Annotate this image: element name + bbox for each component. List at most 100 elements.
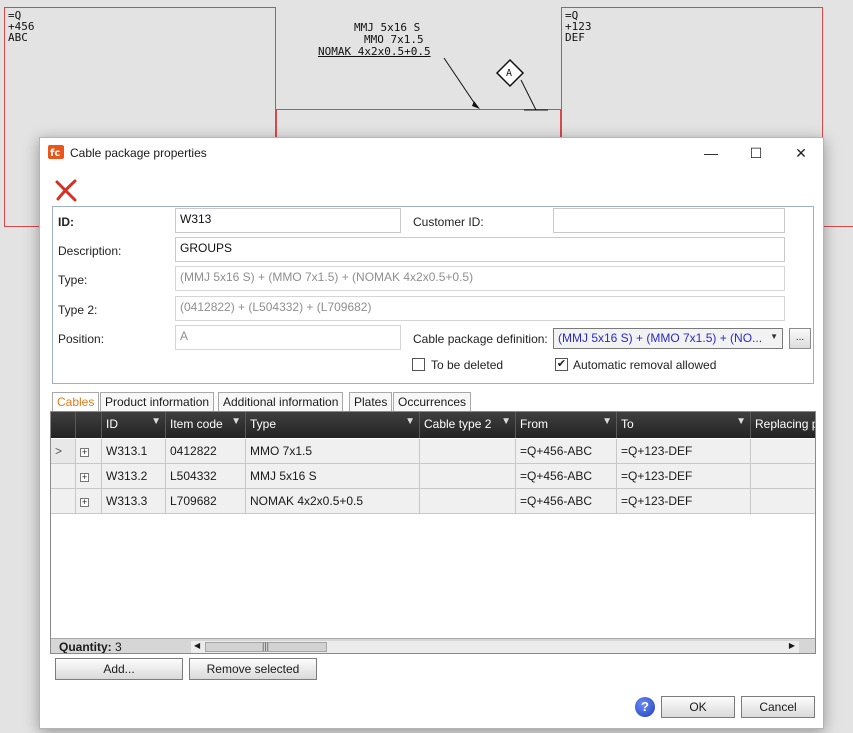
app-logo-icon: fc xyxy=(48,145,64,159)
id-label: ID: xyxy=(58,215,74,229)
scroll-right-icon[interactable]: ▶ xyxy=(789,641,795,650)
tab-occurrences[interactable]: Occurrences xyxy=(393,392,472,411)
expand-header xyxy=(76,412,102,438)
table-row[interactable]: > + W313.1 0412822 MMO 7x1.5 =Q+456-ABC … xyxy=(51,439,815,464)
cable-package-definition-label: Cable package definition: xyxy=(413,332,548,346)
cable-package-definition-select[interactable]: (MMJ 5x16 S) + (MMO 7x1.5) + (NO... ▼ xyxy=(553,328,783,349)
properties-panel: ID: W313 Customer ID: Description: GROUP… xyxy=(52,206,814,384)
horizontal-scrollbar[interactable]: ◀ ||| ▶ xyxy=(191,641,799,653)
expand-cell[interactable]: + xyxy=(76,464,102,489)
column-header-from[interactable]: From ▼ xyxy=(516,412,617,438)
tab-additional-information[interactable]: Additional information xyxy=(218,392,344,411)
cell-from[interactable]: =Q+456-ABC xyxy=(516,489,617,514)
cell-id[interactable]: W313.3 xyxy=(102,489,166,514)
to-be-deleted-checkbox[interactable] xyxy=(412,358,425,371)
cad-position-marker: A xyxy=(506,68,513,79)
filter-icon[interactable]: ▼ xyxy=(602,416,612,427)
dropdown-arrow-icon: ▼ xyxy=(770,332,778,341)
automatic-removal-label: Automatic removal allowed xyxy=(573,358,717,372)
cad-leader-lines xyxy=(443,57,548,111)
tab-cables[interactable]: Cables xyxy=(52,392,100,412)
cell-replacing[interactable] xyxy=(751,489,815,514)
column-header-to[interactable]: To ▼ xyxy=(617,412,751,438)
cell-item-code[interactable]: L504332 xyxy=(166,464,246,489)
ok-button[interactable]: OK xyxy=(661,696,735,718)
position-field[interactable]: A xyxy=(175,325,401,350)
filter-icon[interactable]: ▼ xyxy=(736,416,746,427)
cell-replacing[interactable] xyxy=(751,464,815,489)
cell-cable-type-2[interactable] xyxy=(420,489,516,514)
column-header-type[interactable]: Type ▼ xyxy=(246,412,420,438)
column-header-item-code[interactable]: Item code ▼ xyxy=(166,412,246,438)
filter-icon[interactable]: ▼ xyxy=(151,416,161,427)
type-label: Type: xyxy=(58,273,88,287)
column-header-replacing[interactable]: Replacing p xyxy=(751,412,815,438)
add-button[interactable]: Add... xyxy=(55,658,183,680)
column-header-cable-type-2[interactable]: Cable type 2 ▼ xyxy=(420,412,516,438)
dialog-title: Cable package properties xyxy=(70,146,207,160)
filter-icon[interactable]: ▼ xyxy=(405,416,415,427)
expand-icon[interactable]: + xyxy=(80,498,89,507)
type2-label: Type 2: xyxy=(58,303,98,317)
row-indicator[interactable]: > xyxy=(51,439,76,464)
filter-icon[interactable]: ▼ xyxy=(231,416,241,427)
delete-x-icon[interactable] xyxy=(54,178,78,202)
minimize-button[interactable]: — xyxy=(688,138,734,168)
cancel-button[interactable]: Cancel xyxy=(741,696,815,718)
cell-id[interactable]: W313.1 xyxy=(102,439,166,464)
cell-cable-type-2[interactable] xyxy=(420,464,516,489)
tab-plates[interactable]: Plates xyxy=(349,392,393,411)
cad-right-tail-line xyxy=(823,226,853,227)
scrollbar-thumb[interactable]: ||| xyxy=(205,641,327,652)
cell-type[interactable]: NOMAK 4x2x0.5+0.5 xyxy=(246,489,420,514)
cell-type[interactable]: MMO 7x1.5 xyxy=(246,439,420,464)
table-row[interactable]: + W313.3 L709682 NOMAK 4x2x0.5+0.5 =Q+45… xyxy=(51,489,815,514)
dialog-titlebar[interactable]: fc Cable package properties — ☐ ✕ xyxy=(40,138,823,168)
grid-footer: Quantity: 3 ◀ ||| ▶ xyxy=(51,638,815,653)
grid-header: ID ▼ Item code ▼ Type ▼ Cable type 2 ▼ From ▼… xyxy=(51,412,815,438)
cell-from[interactable]: =Q+456-ABC xyxy=(516,439,617,464)
cell-to[interactable]: =Q+123-DEF xyxy=(617,439,751,464)
maximize-button[interactable]: ☐ xyxy=(733,138,779,168)
close-button[interactable]: ✕ xyxy=(778,138,824,168)
cell-replacing[interactable] xyxy=(751,439,815,464)
description-label: Description: xyxy=(58,244,122,258)
cell-from[interactable]: =Q+456-ABC xyxy=(516,464,617,489)
row-indicator[interactable] xyxy=(51,464,76,489)
help-icon[interactable]: ? xyxy=(635,697,655,717)
customer-id-field[interactable] xyxy=(553,208,785,233)
cable-package-definition-value: (MMJ 5x16 S) + (MMO 7x1.5) + (NO... xyxy=(558,331,763,345)
browse-definition-button[interactable]: ... xyxy=(789,328,811,349)
to-be-deleted-label: To be deleted xyxy=(431,358,504,372)
cell-item-code[interactable]: 0412822 xyxy=(166,439,246,464)
cell-id[interactable]: W313.2 xyxy=(102,464,166,489)
tab-product-information[interactable]: Product information xyxy=(100,392,215,411)
table-row[interactable]: + W313.2 L504332 MMJ 5x16 S =Q+456-ABC =… xyxy=(51,464,815,489)
column-header-id[interactable]: ID ▼ xyxy=(102,412,166,438)
svg-text:fc: fc xyxy=(50,148,60,159)
scroll-left-icon[interactable]: ◀ xyxy=(194,641,200,650)
position-label: Position: xyxy=(58,332,105,346)
cell-to[interactable]: =Q+123-DEF xyxy=(617,489,751,514)
type-field: (MMJ 5x16 S) + (MMO 7x1.5) + (NOMAK 4x2x… xyxy=(175,266,785,291)
remove-selected-button[interactable]: Remove selected xyxy=(189,658,317,680)
type2-field: (0412822) + (L504332) + (L709682) xyxy=(175,296,785,321)
grip-icon: ||| xyxy=(262,641,270,651)
cable-package-properties-dialog: fc Cable package properties — ☐ ✕ ID: W3… xyxy=(39,137,824,729)
id-field[interactable]: W313 xyxy=(175,208,401,233)
expand-icon[interactable]: + xyxy=(80,448,89,457)
automatic-removal-checkbox[interactable]: ✔ xyxy=(555,358,568,371)
expand-icon[interactable]: + xyxy=(80,473,89,482)
expand-cell[interactable]: + xyxy=(76,489,102,514)
cell-to[interactable]: =Q+123-DEF xyxy=(617,464,751,489)
cell-item-code[interactable]: L709682 xyxy=(166,489,246,514)
checkmark-icon: ✔ xyxy=(556,358,567,370)
expand-cell[interactable]: + xyxy=(76,439,102,464)
filter-icon[interactable]: ▼ xyxy=(501,416,511,427)
cell-type[interactable]: MMJ 5x16 S xyxy=(246,464,420,489)
customer-id-label: Customer ID: xyxy=(413,215,484,229)
row-indicator[interactable] xyxy=(51,489,76,514)
cell-cable-type-2[interactable] xyxy=(420,439,516,464)
description-field[interactable]: GROUPS xyxy=(175,237,785,262)
cables-grid: ID ▼ Item code ▼ Type ▼ Cable type 2 ▼ From ▼… xyxy=(50,411,816,654)
